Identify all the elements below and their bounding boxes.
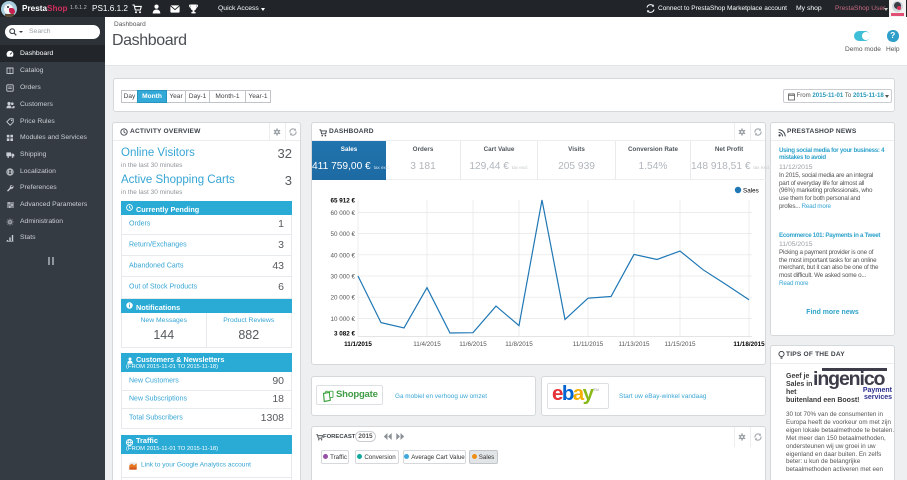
svg-text:10 000 €: 10 000 € xyxy=(330,316,355,323)
svg-text:11/13/2015: 11/13/2015 xyxy=(618,341,650,348)
svg-text:11/4/2015: 11/4/2015 xyxy=(413,341,441,348)
svg-text:11/1/2015: 11/1/2015 xyxy=(344,341,372,348)
svg-text:30 000 €: 30 000 € xyxy=(330,274,355,281)
svg-text:65 912 €: 65 912 € xyxy=(330,198,355,205)
svg-text:11/11/2015: 11/11/2015 xyxy=(573,341,604,348)
svg-text:11/8/2015: 11/8/2015 xyxy=(505,341,533,348)
svg-text:40 000 €: 40 000 € xyxy=(330,252,355,259)
svg-text:50 000 €: 50 000 € xyxy=(330,231,355,238)
svg-text:60 000 €: 60 000 € xyxy=(330,210,355,217)
svg-text:20 000 €: 20 000 € xyxy=(330,295,355,302)
svg-text:11/15/2015: 11/15/2015 xyxy=(664,341,696,348)
svg-text:3 082 €: 3 082 € xyxy=(334,331,356,338)
svg-text:11/18/2015: 11/18/2015 xyxy=(733,341,765,348)
svg-text:Sales: Sales xyxy=(743,188,759,195)
svg-text:11/6/2015: 11/6/2015 xyxy=(459,341,487,348)
